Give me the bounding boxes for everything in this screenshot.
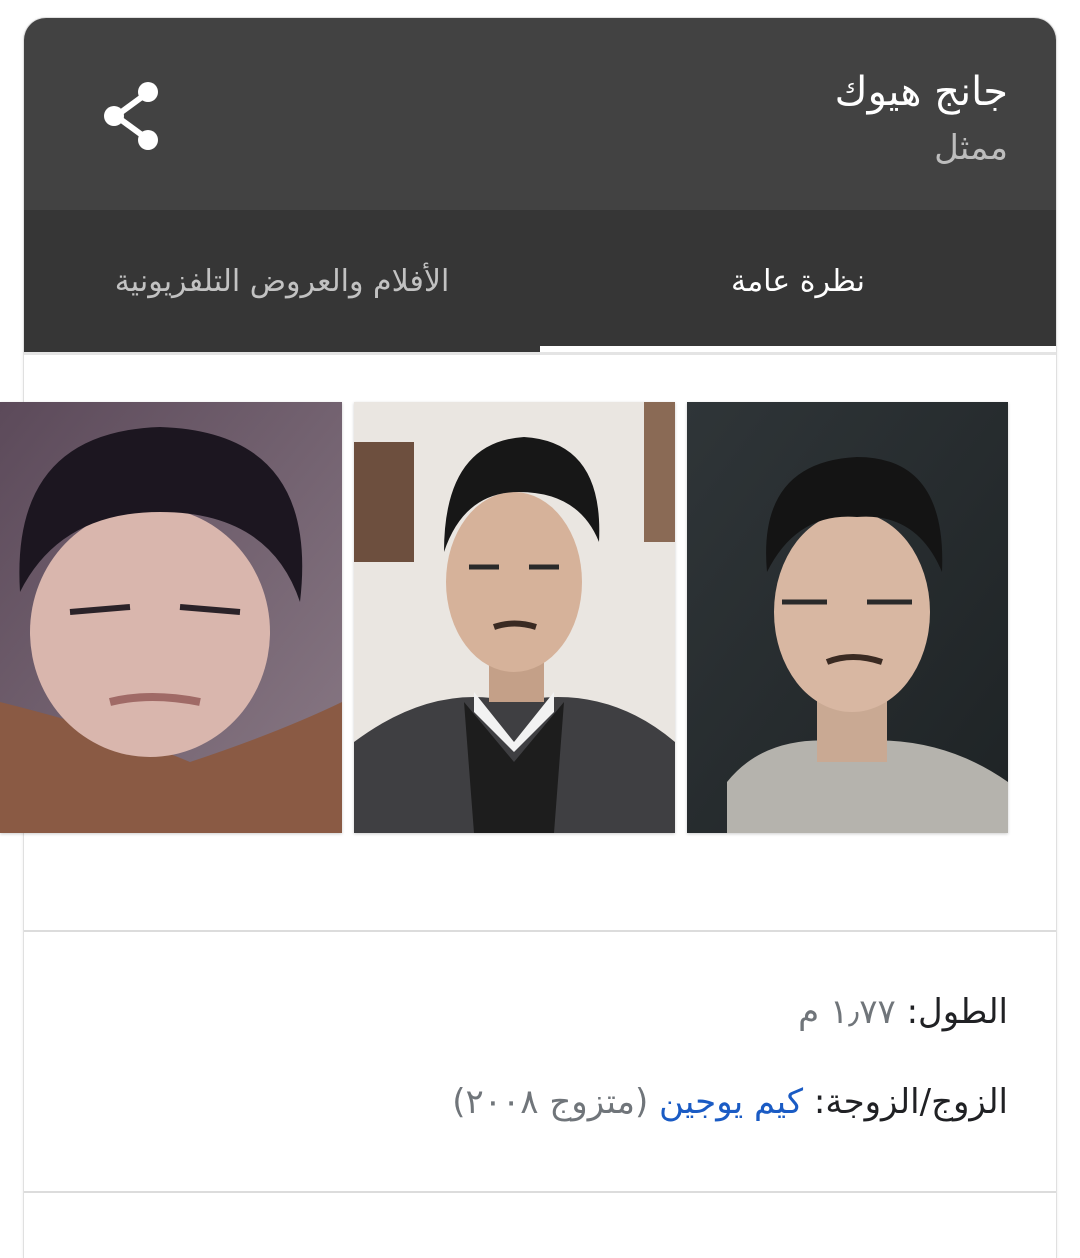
entity-title: جانج هيوك <box>834 69 1008 115</box>
entity-subtitle: ممثل <box>934 128 1008 168</box>
fact-spouse-label: الزوج/الزوجة: <box>813 1082 1008 1122</box>
share-icon <box>104 82 158 150</box>
tab-overview[interactable]: نظرة عامة <box>540 210 1056 352</box>
active-tab-indicator <box>540 346 1056 352</box>
photo-3[interactable] <box>0 402 342 833</box>
fact-height: الطول: ١٫٧٧ م <box>798 990 1008 1034</box>
fact-spouse: الزوج/الزوجة: كيم يوجين (متزوج ٢٠٠٨) <box>452 1080 1008 1124</box>
photo-1[interactable] <box>687 402 1008 833</box>
fact-height-label: الطول: <box>906 992 1008 1032</box>
tab-bar: نظرة عامة الأفلام والعروض التلفزيونية <box>24 210 1056 355</box>
fact-height-value: ١٫٧٧ م <box>798 992 896 1032</box>
spouse-link[interactable]: كيم يوجين <box>659 1082 803 1122</box>
section-divider <box>24 930 1056 932</box>
fact-spouse-extra: (متزوج ٢٠٠٨) <box>452 1082 649 1122</box>
share-button[interactable] <box>94 76 174 156</box>
photo-2[interactable] <box>354 402 675 833</box>
tab-movies-tv[interactable]: الأفلام والعروض التلفزيونية <box>24 210 540 352</box>
panel-header: جانج هيوك ممثل <box>24 18 1056 210</box>
section-divider-bottom <box>24 1191 1056 1193</box>
